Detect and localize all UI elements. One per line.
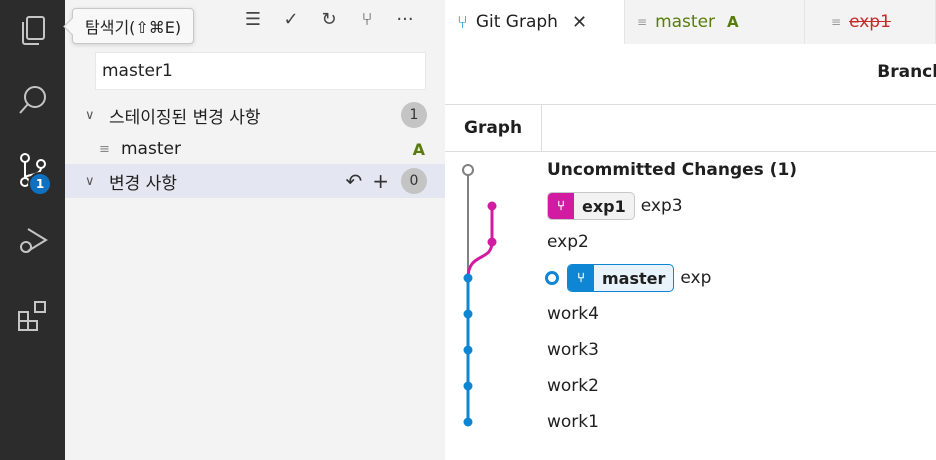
commit-graph	[462, 164, 497, 427]
changes-count-badge: 0	[401, 168, 427, 194]
commit-row[interactable]: work1	[547, 404, 599, 440]
branch-ref-label: exp1	[582, 196, 626, 216]
commit-row-uncommitted[interactable]: Uncommitted Changes (1)	[547, 152, 797, 188]
commit-message: exp2	[547, 232, 589, 252]
git-graph-view: Branches Graph Uncommitted Changes (1) ⑂…	[445, 44, 936, 460]
refresh-icon[interactable]: ↻	[316, 9, 342, 30]
source-control-sidebar: ☰ ✓ ↻ ⑂ ··· master1 ∨ 스테이징된 변경 사항 1 ≡ ma…	[65, 0, 445, 460]
changes-header[interactable]: ∨ 변경 사항 ↶ + 0	[65, 164, 445, 198]
commit-message: work3	[547, 340, 599, 360]
scm-badge: 1	[28, 172, 52, 196]
commit-message: Uncommitted Changes (1)	[547, 160, 798, 180]
staged-count-badge: 1	[401, 102, 427, 128]
table-header: Graph	[445, 104, 936, 152]
commit-message: exp3	[640, 196, 683, 216]
graph-column-header: Graph	[445, 105, 542, 151]
changes-label: 변경 사항	[109, 173, 177, 194]
more-icon[interactable]: ···	[392, 9, 418, 30]
commit-message: exp	[680, 268, 712, 288]
commit-message: work1	[547, 412, 599, 432]
extensions-icon[interactable]	[0, 286, 65, 346]
explorer-icon[interactable]	[0, 0, 65, 60]
tab-git-graph[interactable]: ⑂ Git Graph ✕	[445, 0, 625, 44]
tab-label: master	[655, 12, 716, 32]
commit-row[interactable]: ⑂ exp1 exp3	[547, 188, 683, 224]
staged-file-name: master	[121, 139, 181, 159]
chevron-down-icon: ∨	[85, 173, 95, 189]
run-debug-icon[interactable]	[0, 210, 65, 270]
commit-node[interactable]	[487, 237, 497, 247]
commit-node[interactable]	[463, 381, 473, 391]
commit-message: work4	[547, 304, 599, 324]
commit-row[interactable]: exp2	[547, 224, 589, 260]
explorer-tooltip: 탐색기(⇧⌘E)	[72, 8, 195, 44]
commit-row[interactable]: work4	[547, 296, 599, 332]
commit-row[interactable]: work3	[547, 332, 599, 368]
commit-message-input[interactable]: master1	[95, 52, 426, 90]
commit-row[interactable]: ⑂ master exp	[545, 260, 712, 296]
branch-icon: ⑂	[548, 193, 574, 219]
uncommitted-node[interactable]	[462, 164, 474, 176]
search-icon[interactable]	[0, 70, 65, 130]
file-icon: ≡	[637, 15, 648, 29]
head-indicator-icon	[545, 271, 559, 285]
staged-changes-header[interactable]: ∨ 스테이징된 변경 사항 1	[65, 98, 445, 132]
stage-all-icon[interactable]: +	[372, 169, 389, 193]
activity-bar: 1	[0, 0, 65, 460]
tab-label: exp1	[849, 12, 891, 32]
staged-file-item[interactable]: ≡ master A	[65, 132, 445, 166]
tab-exp1[interactable]: ≡ exp1	[805, 0, 936, 44]
view-tree-icon[interactable]: ☰	[240, 9, 266, 30]
sidebar-toolbar: ☰ ✓ ↻ ⑂ ···	[240, 4, 418, 34]
branch-ref-exp1[interactable]: ⑂ exp1	[547, 192, 635, 220]
branches-header: Branches	[877, 62, 936, 82]
tab-master[interactable]: ≡ master A	[625, 0, 805, 44]
commit-row[interactable]: work2	[547, 368, 599, 404]
editor-tabs: ⑂ Git Graph ✕ ≡ master A ≡ exp1	[445, 0, 936, 44]
file-icon: ≡	[99, 141, 110, 157]
git-graph-icon[interactable]: ⑂	[354, 9, 380, 30]
commit-node[interactable]	[463, 309, 473, 319]
tab-label: Git Graph	[475, 12, 558, 32]
branch-ref-label: master	[602, 268, 666, 288]
staged-changes-label: 스테이징된 변경 사항	[109, 107, 261, 128]
branch-ref-master[interactable]: ⑂ master	[567, 264, 675, 292]
tab-status-badge: A	[727, 13, 739, 31]
discard-all-icon[interactable]: ↶	[345, 169, 362, 193]
commit-message: work2	[547, 376, 599, 396]
commit-node[interactable]	[463, 417, 473, 427]
file-icon: ≡	[831, 15, 842, 29]
chevron-down-icon: ∨	[85, 107, 95, 123]
git-graph-tab-icon: ⑂	[457, 11, 468, 33]
commit-node[interactable]	[487, 201, 497, 211]
branch-icon: ⑂	[568, 265, 594, 291]
commit-check-icon[interactable]: ✓	[278, 9, 304, 30]
commit-node[interactable]	[463, 345, 473, 355]
commit-node[interactable]	[463, 273, 473, 283]
close-icon[interactable]: ✕	[572, 12, 587, 33]
file-status-badge: A	[412, 139, 425, 159]
